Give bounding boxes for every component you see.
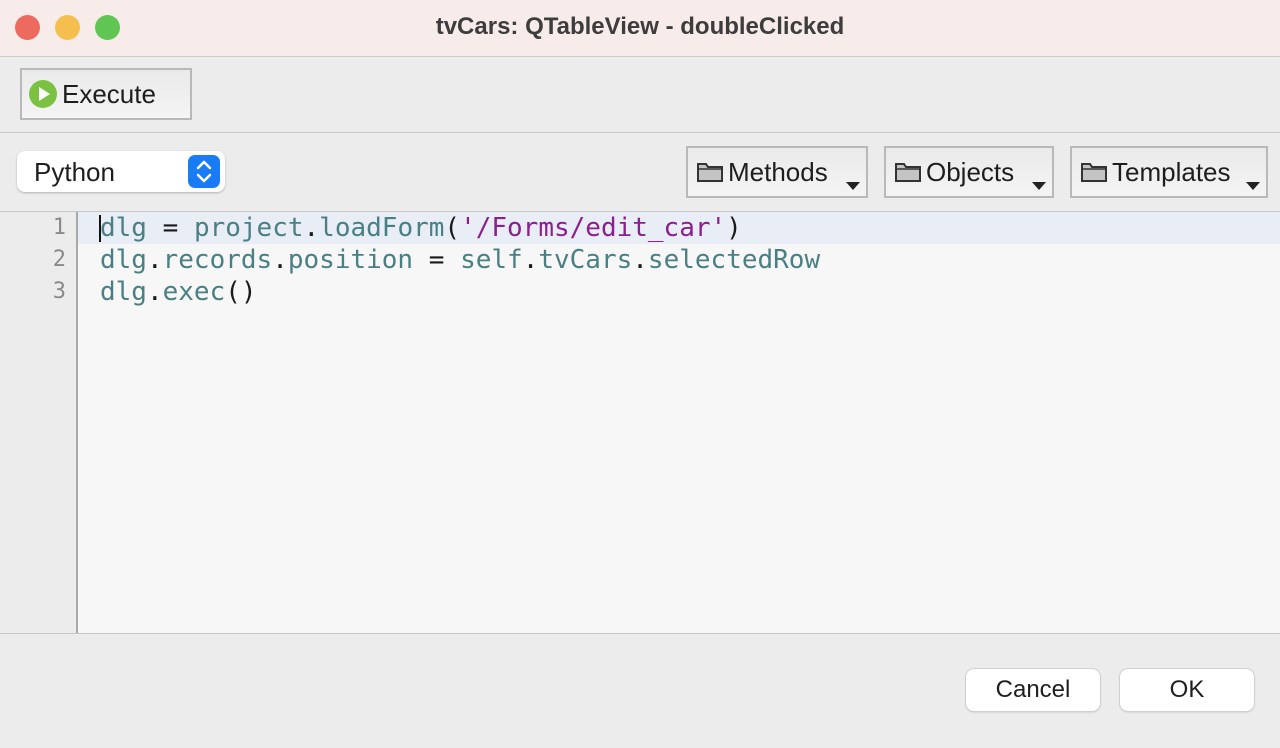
- window-title: tvCars: QTableView - doubleClicked: [435, 13, 845, 40]
- language-selected: Python: [34, 157, 115, 187]
- line-number: 2: [52, 247, 66, 272]
- code-token: exec: [162, 277, 226, 307]
- code-token: loadForm: [319, 213, 445, 243]
- divider: [0, 132, 1280, 133]
- folder-icon: [895, 163, 921, 182]
- line-number: 1: [52, 215, 66, 240]
- objects-label: Objects: [926, 156, 1015, 187]
- code-token: =: [413, 245, 461, 275]
- code-area[interactable]: dlg = project.loadForm('/Forms/edit_car'…: [78, 212, 1280, 308]
- folder-icon: [1081, 163, 1107, 182]
- code-token: project: [193, 213, 304, 243]
- code-token: position: [287, 245, 414, 275]
- code-token: dlg: [100, 213, 147, 243]
- ok-button[interactable]: OK: [1120, 669, 1254, 711]
- code-token: dlg: [100, 245, 147, 275]
- code-token: .: [146, 245, 163, 275]
- line-number: 3: [52, 279, 66, 304]
- code-token: ): [726, 213, 742, 243]
- text-caret: [99, 215, 101, 242]
- templates-menu-button[interactable]: Templates: [1070, 146, 1268, 198]
- methods-label: Methods: [728, 156, 828, 187]
- dropdown-arrow-icon: [1032, 182, 1046, 190]
- code-editor[interactable]: 1 2 3 dlg = project.loadForm('/Forms/edi…: [0, 211, 1280, 634]
- chevron-updown-icon: [188, 155, 220, 188]
- code-token: selectedRow: [647, 245, 821, 275]
- title-bar: tvCars: QTableView - doubleClicked: [0, 0, 1280, 57]
- dropdown-arrow-icon: [846, 182, 860, 190]
- objects-menu-button[interactable]: Objects: [884, 146, 1054, 198]
- cancel-button[interactable]: Cancel: [966, 669, 1100, 711]
- code-token: =: [146, 213, 194, 243]
- execute-label: Execute: [62, 78, 156, 109]
- templates-label: Templates: [1112, 156, 1231, 187]
- code-token: (): [225, 277, 257, 307]
- code-token: records: [162, 245, 273, 275]
- code-token: .: [272, 245, 288, 275]
- code-line[interactable]: dlg.exec(): [78, 276, 1280, 308]
- code-line[interactable]: dlg.records.position = self.tvCars.selec…: [78, 244, 1280, 276]
- code-token: .: [146, 277, 163, 307]
- code-token: .: [303, 213, 320, 243]
- code-token: .: [522, 245, 539, 275]
- execute-button[interactable]: Execute: [20, 68, 192, 120]
- code-token: tvCars: [538, 245, 633, 275]
- folder-icon: [697, 163, 723, 182]
- line-number-gutter: 1 2 3: [0, 212, 78, 633]
- code-token: .: [632, 245, 648, 275]
- code-token: '/Forms/edit_car': [460, 213, 727, 243]
- language-select[interactable]: Python: [17, 151, 225, 192]
- code-line[interactable]: dlg = project.loadForm('/Forms/edit_car'…: [78, 212, 1280, 244]
- code-token: (: [444, 213, 461, 243]
- code-token: self: [460, 245, 523, 275]
- play-icon: [29, 80, 57, 108]
- code-token: dlg: [100, 277, 147, 307]
- methods-menu-button[interactable]: Methods: [686, 146, 868, 198]
- dropdown-arrow-icon: [1246, 182, 1260, 190]
